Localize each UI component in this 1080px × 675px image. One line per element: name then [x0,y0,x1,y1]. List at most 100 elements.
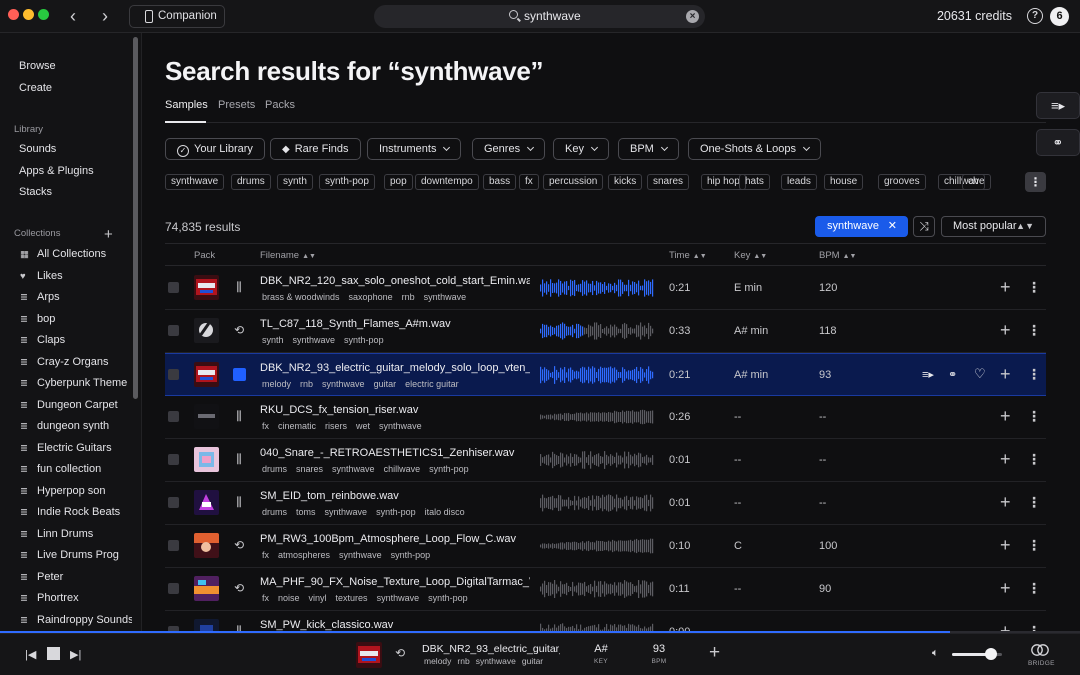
volume-knob[interactable] [985,648,997,660]
tag-chip[interactable]: grooves [878,174,926,190]
similar-sounds-panel-button[interactable]: ⚭ [1036,129,1080,156]
more-tags-button[interactable]: ⋮ [1025,172,1046,192]
one-shot-icon[interactable]: ⫼ [231,279,247,295]
waveform[interactable] [540,536,654,556]
sidebar-item-collection[interactable]: ≣ Cray-z Organs [20,356,132,368]
row-tag[interactable]: chillwave [384,464,421,474]
add-to-collection-icon[interactable]: + [1000,578,1011,599]
table-row[interactable]: ⫼ RKU_DCS_fx_tension_riser.wavfx cinematic… [165,396,1046,439]
tag-chip[interactable]: drums [231,174,271,190]
row-checkbox[interactable] [168,282,179,293]
sidebar-item-sounds[interactable]: Sounds [19,143,131,155]
back-button[interactable]: ‹ [62,6,84,28]
pack-thumbnail[interactable] [194,490,219,515]
row-tag[interactable]: electric guitar [405,379,459,389]
player-tag[interactable]: synthwave [476,656,516,666]
add-collection-icon[interactable]: + [104,226,113,243]
row-checkbox[interactable] [168,497,179,508]
sidebar-item-collection[interactable]: ≣ Cyberpunk Theme [20,377,132,389]
row-tag[interactable]: synthwave [339,550,382,560]
sidebar-item-collection[interactable]: ♥ Likes [20,270,132,282]
row-tag[interactable]: synth-pop [391,550,431,560]
row-tag[interactable]: noise [278,593,300,603]
row-filename[interactable]: TL_C87_118_Synth_Flames_A#m.wav [260,318,530,330]
sidebar-item-collection[interactable]: ≣ Electric Guitars [20,442,132,454]
row-tag[interactable]: synthwave [322,379,365,389]
more-options-icon[interactable]: ⋮ [1027,366,1041,383]
filter-genres[interactable]: Genres [472,138,546,160]
row-tag[interactable]: synth-pop [428,593,468,603]
table-row[interactable]: ⟲ MA_PHF_90_FX_Noise_Texture_Loop_Digital… [165,568,1046,611]
column-filename[interactable]: Filename ▲▼ [260,250,316,261]
row-tag[interactable]: brass & woodwinds [262,292,340,302]
tag-chip[interactable]: fx [519,174,539,190]
tag-chip[interactable]: synth [277,174,313,190]
row-checkbox[interactable] [168,540,179,551]
one-shot-icon[interactable]: ⫼ [231,623,247,631]
pack-thumbnail[interactable] [194,447,219,472]
sidebar-item-collection[interactable]: ≣ Linn Drums [20,528,132,540]
waveform[interactable] [540,365,654,385]
sidebar-scrollbar[interactable] [133,37,138,399]
sidebar-item-collection[interactable]: ≣ Arps [20,291,132,303]
sidebar-item-collection[interactable]: ≣ Claps [20,334,132,346]
row-tag[interactable]: toms [296,507,316,517]
loop-icon[interactable]: ⟲ [231,537,247,553]
stop-playback-icon[interactable] [233,368,246,381]
more-options-icon[interactable]: ⋮ [1027,408,1041,425]
row-checkbox[interactable] [168,369,179,380]
tab-samples[interactable]: Samples [165,99,208,111]
row-filename[interactable]: MA_PHF_90_FX_Noise_Texture_Loop_DigitalT… [260,576,530,588]
row-tag[interactable]: fx [262,421,269,431]
row-tag[interactable]: italo disco [425,507,465,517]
row-tag[interactable]: rnb [402,292,415,302]
add-to-collection-icon[interactable]: + [1000,320,1011,341]
stop-icon[interactable] [47,647,60,660]
more-options-icon[interactable]: ⋮ [1027,279,1041,296]
active-filter-chip[interactable]: synthwave ✕ [815,216,908,237]
tab-packs[interactable]: Packs [265,99,295,111]
row-tag[interactable]: snares [296,464,323,474]
row-tag[interactable]: wet [356,421,370,431]
row-tag[interactable]: synth-pop [344,335,384,345]
row-tag[interactable]: synthwave [332,464,375,474]
tag-chip[interactable]: snares [647,174,690,190]
more-options-icon[interactable]: ⋮ [1027,623,1041,631]
row-tag[interactable]: risers [325,421,347,431]
add-to-collection-icon[interactable]: + [1000,535,1011,556]
sidebar-item-collection[interactable]: ≣ Live Drums Prog [20,549,132,561]
add-to-collection-icon[interactable]: + [1000,492,1011,513]
more-options-icon[interactable]: ⋮ [1027,580,1041,597]
row-filename[interactable]: DBK_NR2_93_electric_guitar_melody_solo_l… [260,362,530,374]
one-shot-icon[interactable]: ⫼ [231,408,247,424]
more-options-icon[interactable]: ⋮ [1027,322,1041,339]
sidebar-item-browse[interactable]: Browse [19,60,131,72]
row-filename[interactable]: SM_PW_kick_classico.wav [260,619,530,631]
player-tag[interactable]: rnb [457,656,469,666]
sidebar-item-collection[interactable]: ≣ fun collection [20,463,132,475]
row-tag[interactable]: cinematic [278,421,316,431]
row-checkbox[interactable] [168,583,179,594]
player-tag[interactable]: melody [424,656,451,666]
loop-icon[interactable]: ⟲ [231,322,247,338]
row-tag[interactable]: synthwave [325,507,368,517]
pack-thumbnail[interactable] [194,318,219,343]
tag-chip[interactable]: synth-pop [319,174,375,190]
sidebar-item-collection[interactable]: ≣ Dungeon Carpet [20,399,132,411]
heart-icon[interactable]: ♡ [974,366,986,382]
tag-chip[interactable]: hats [739,174,770,190]
row-tag[interactable]: synthwave [293,335,336,345]
sort-select[interactable]: Most popular ▲▼ [941,216,1046,237]
one-shot-icon[interactable]: ⫼ [231,494,247,510]
row-tag[interactable]: melody [262,379,291,389]
remove-filter-icon[interactable]: ✕ [888,216,897,237]
row-filename[interactable]: RKU_DCS_fx_tension_riser.wav [260,404,530,416]
row-tag[interactable]: drums [262,464,287,474]
row-checkbox[interactable] [168,454,179,465]
row-tag[interactable]: fx [262,550,269,560]
clear-search-icon[interactable]: × [686,10,699,23]
add-to-collection-icon[interactable]: + [1000,277,1011,298]
waveform[interactable] [540,407,654,427]
row-tag[interactable]: textures [336,593,368,603]
column-time[interactable]: Time ▲▼ [669,250,707,261]
